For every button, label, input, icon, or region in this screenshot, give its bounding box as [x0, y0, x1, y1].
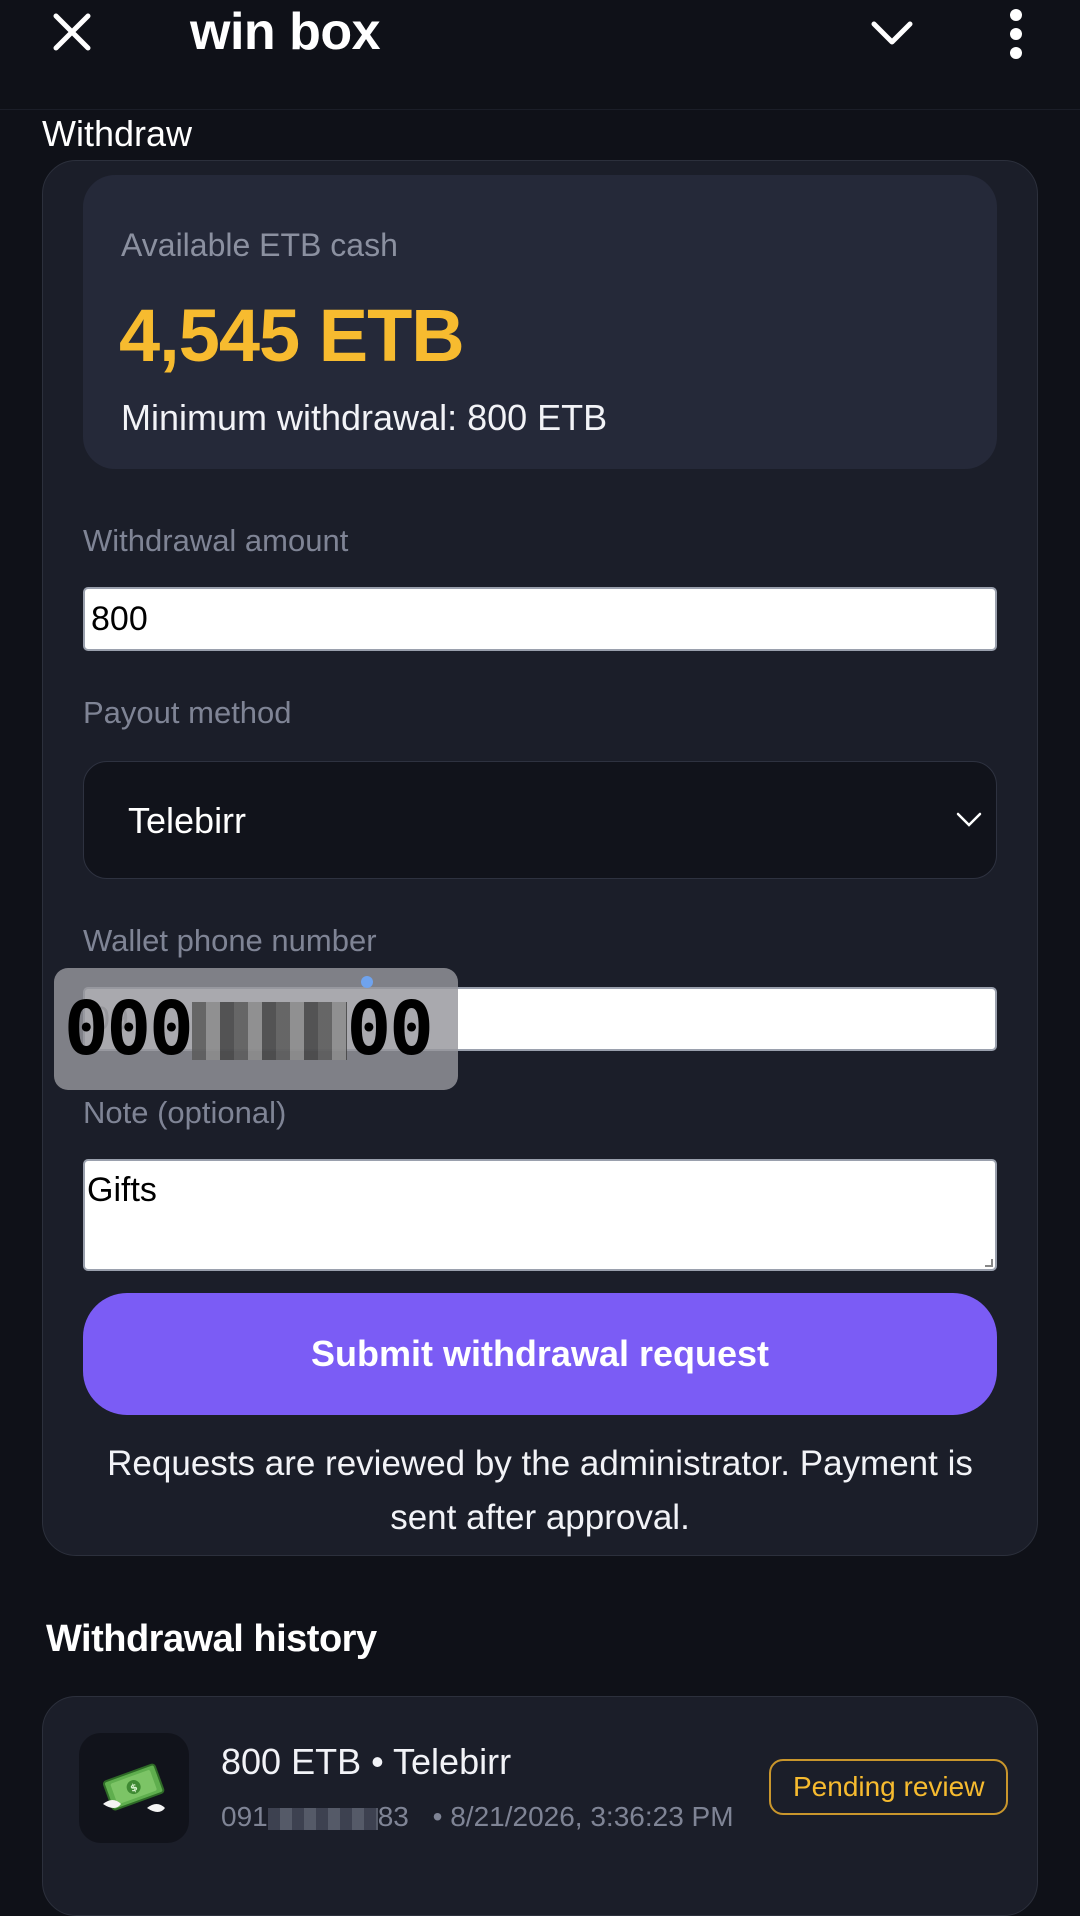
balance-amount: 4,545 ETB [119, 294, 465, 377]
phone-preview-text: 000 00 [64, 986, 434, 1072]
chevron-down-icon [956, 812, 982, 827]
withdrawal-amount-label: Withdrawal amount [83, 523, 349, 558]
money-icon: $ [103, 1763, 165, 1812]
submit-withdrawal-button[interactable]: Submit withdrawal request [83, 1293, 997, 1415]
history-item[interactable]: $ 800 ETB • Telebirr 091 83 • 8/21/2026, … [42, 1696, 1038, 1916]
balance-label: Available ETB cash [121, 227, 398, 263]
payout-method-value: Telebirr [128, 800, 247, 841]
payout-method-label: Payout method [83, 695, 292, 730]
resize-handle[interactable] [985, 1259, 993, 1267]
balance-summary: Available ETB cash 4,545 ETB Minimum wit… [83, 175, 997, 469]
chevron-down-icon [871, 21, 913, 45]
note-value: Gifts [87, 1171, 157, 1209]
close-button[interactable] [46, 6, 98, 58]
close-icon [53, 13, 91, 51]
wallet-phone-label: Wallet phone number [83, 923, 377, 958]
masked-digits [267, 1807, 378, 1830]
review-info-text: Requests are reviewed by the administrat… [107, 1444, 973, 1537]
minimum-withdrawal-text: Minimum withdrawal: 800 ETB [121, 397, 608, 438]
history-phone-suffix: 83 [377, 1801, 409, 1832]
note-label: Note (optional) [83, 1095, 287, 1130]
history-details: 091 83 • 8/21/2026, 3:36:23 PM [221, 1801, 734, 1833]
history-phone-prefix: 091 [221, 1801, 268, 1832]
more-options-button[interactable] [990, 4, 1042, 64]
withdraw-card: Available ETB cash 4,545 ETB Minimum wit… [42, 160, 1038, 1556]
history-amount-method: 800 ETB • Telebirr [221, 1741, 512, 1782]
history-timestamp: • 8/21/2026, 3:36:23 PM [432, 1801, 734, 1832]
status-badge: Pending review [769, 1759, 1009, 1815]
collapse-button[interactable] [866, 8, 918, 60]
payout-method-select[interactable]: Telebirr [83, 761, 997, 879]
withdraw-section-title: Withdraw [42, 113, 193, 154]
top-app-bar: win box [0, 0, 1080, 110]
phone-preview-overlay: 000 00 [54, 968, 458, 1090]
money-icon-container: $ [79, 1733, 189, 1843]
app-title: win box [190, 3, 381, 61]
more-vertical-icon [1010, 9, 1022, 59]
withdrawal-amount-input[interactable]: 800 [83, 587, 997, 651]
withdrawal-history-title: Withdrawal history [46, 1618, 377, 1660]
note-textarea[interactable]: Gifts [83, 1159, 997, 1271]
